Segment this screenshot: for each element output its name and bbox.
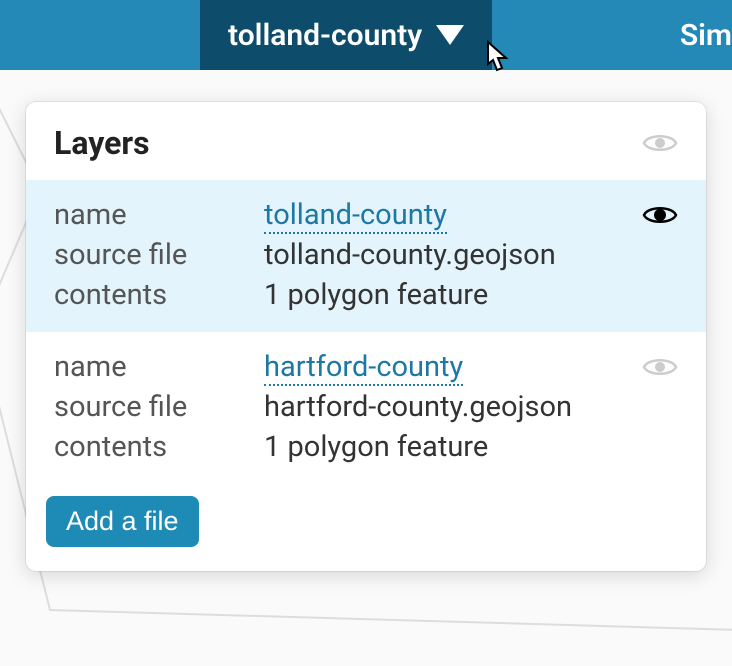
label-contents: contents bbox=[54, 278, 264, 312]
layer-row[interactable]: name hartford-county source file hartfor… bbox=[26, 332, 706, 484]
label-name: name bbox=[54, 198, 264, 232]
layers-panel: Layers name tolland-county source file t… bbox=[26, 102, 706, 571]
layer-source: hartford-county.geojson bbox=[264, 390, 638, 424]
visibility-all-icon[interactable] bbox=[642, 131, 678, 155]
layer-dropdown[interactable]: tolland-county bbox=[200, 0, 492, 70]
label-source: source file bbox=[54, 390, 264, 424]
panel-title: Layers bbox=[54, 124, 642, 162]
visibility-toggle-icon[interactable] bbox=[638, 198, 678, 232]
layer-contents: 1 polygon feature bbox=[264, 430, 638, 464]
menu-item-simplify[interactable]: Sim bbox=[680, 0, 732, 70]
caret-down-icon bbox=[436, 25, 464, 45]
layer-contents: 1 polygon feature bbox=[264, 278, 638, 312]
layer-name-link[interactable]: hartford-county bbox=[264, 350, 463, 386]
layer-name-link[interactable]: tolland-county bbox=[264, 198, 447, 234]
add-file-button[interactable]: Add a file bbox=[46, 496, 199, 547]
visibility-toggle-icon[interactable] bbox=[638, 350, 678, 384]
current-layer-label: tolland-county bbox=[228, 18, 422, 53]
label-name: name bbox=[54, 350, 264, 384]
top-bar: tolland-county Sim bbox=[0, 0, 732, 70]
label-source: source file bbox=[54, 238, 264, 272]
label-contents: contents bbox=[54, 430, 264, 464]
layer-row[interactable]: name tolland-county source file tolland-… bbox=[26, 180, 706, 332]
layer-source: tolland-county.geojson bbox=[264, 238, 638, 272]
